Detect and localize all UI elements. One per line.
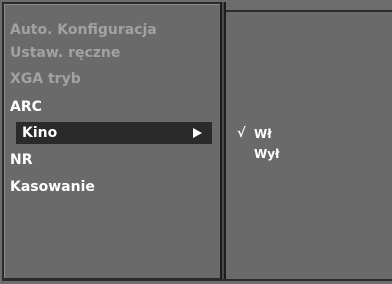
menu-item-kino[interactable]: Kino [16,122,212,144]
menu-item-xga-tryb[interactable]: XGA tryb [10,68,81,90]
menu-item-nr[interactable]: NR [10,149,33,171]
checkmark-icon: √ [237,126,246,141]
frame-bottom-border [2,279,392,281]
menu-item-kino-label: Kino [22,125,58,141]
menu-item-arc[interactable]: ARC [10,96,42,118]
submenu-arrow-icon [193,128,202,138]
submenu-panel [226,10,392,280]
menu-item-auto-konfiguracja[interactable]: Auto. Konfiguracja [10,19,157,41]
submenu-option-wyl[interactable]: Wył [254,147,280,161]
menu-item-ustaw-reczne[interactable]: Ustaw. ręczne [10,42,120,64]
submenu-option-wl[interactable]: Wł [254,127,272,141]
osd-menu: Auto. Konfiguracja Ustaw. ręczne XGA try… [0,0,392,284]
menu-item-kasowanie[interactable]: Kasowanie [10,176,95,198]
